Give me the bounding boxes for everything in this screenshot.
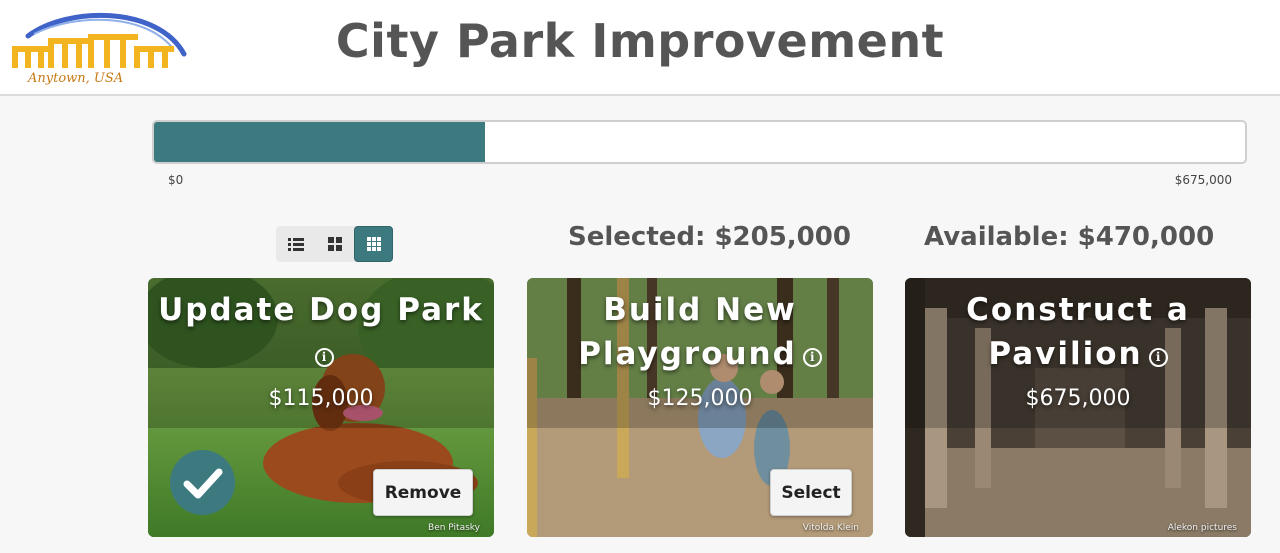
project-title: Build New Playground xyxy=(578,292,797,372)
info-icon[interactable]: i xyxy=(314,348,334,367)
grid-large-view-button[interactable] xyxy=(315,226,354,262)
project-card-playground[interactable]: Build New Playground i $125,000 Select Vi… xyxy=(527,278,873,537)
grid-small-icon xyxy=(366,237,381,251)
project-title: Update Dog Park xyxy=(158,292,484,328)
photo-credit: Ben Pitasky xyxy=(428,523,480,533)
project-price: $115,000 xyxy=(268,386,374,411)
logo-text: Anytown, USA xyxy=(27,71,123,86)
list-view-icon xyxy=(287,238,304,251)
view-toggle xyxy=(276,226,393,262)
selected-total: Selected: $205,000 xyxy=(568,222,851,252)
page-title: City Park Improvement xyxy=(335,14,945,68)
grid-small-view-button[interactable] xyxy=(354,226,393,262)
select-button[interactable]: Select xyxy=(770,469,852,516)
photo-credit: Alekon pictures xyxy=(1167,523,1237,533)
project-price: $125,000 xyxy=(647,386,753,411)
project-card-pavilion[interactable]: Construct a Pavilion i $675,000 Alekon pi… xyxy=(905,278,1251,537)
budget-max-label: $675,000 xyxy=(1174,173,1232,187)
photo-credit: Vitolda Klein xyxy=(802,523,859,533)
budget-min-label: $0 xyxy=(168,173,184,187)
project-card-dog-park[interactable]: Update Dog Park i $115,000 Remove Ben Pit… xyxy=(148,278,494,537)
budget-progress-fill xyxy=(154,122,486,162)
grid-large-icon xyxy=(327,237,342,251)
selected-check-icon xyxy=(170,450,235,515)
info-icon[interactable]: i xyxy=(1148,348,1168,367)
list-view-button[interactable] xyxy=(276,226,315,262)
app-header: Anytown, USA City Park Improvement xyxy=(0,0,1280,96)
available-total: Available: $470,000 xyxy=(924,222,1215,252)
project-price: $675,000 xyxy=(1025,386,1131,411)
info-icon[interactable]: i xyxy=(802,348,822,367)
budget-progress-bar xyxy=(152,120,1247,164)
remove-button[interactable]: Remove xyxy=(373,469,473,516)
